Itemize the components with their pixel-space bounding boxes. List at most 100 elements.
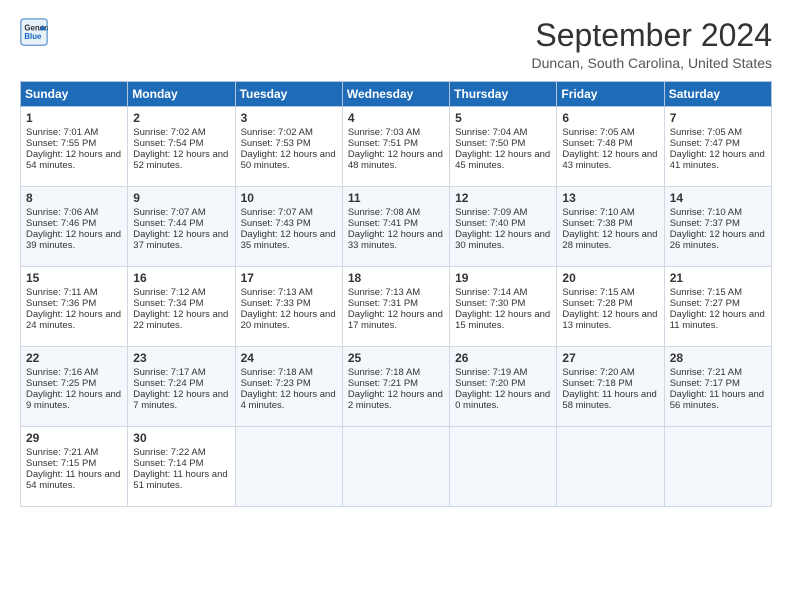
sunset: Sunset: 7:28 PM: [562, 298, 632, 309]
day-number: 5: [455, 111, 551, 125]
sunrise: Sunrise: 7:12 AM: [133, 287, 205, 298]
daylight: Daylight: 11 hours and 54 minutes.: [26, 469, 120, 491]
sunrise: Sunrise: 7:06 AM: [26, 207, 98, 218]
calendar-cell: 14Sunrise: 7:10 AMSunset: 7:37 PMDayligh…: [664, 187, 771, 267]
sunrise: Sunrise: 7:02 AM: [133, 127, 205, 138]
title-block: September 2024 Duncan, South Carolina, U…: [532, 18, 772, 71]
sunrise: Sunrise: 7:10 AM: [562, 207, 634, 218]
calendar-header-monday: Monday: [128, 82, 235, 107]
day-number: 2: [133, 111, 229, 125]
sunrise: Sunrise: 7:02 AM: [241, 127, 313, 138]
calendar-cell: 29Sunrise: 7:21 AMSunset: 7:15 PMDayligh…: [21, 427, 128, 507]
sunrise: Sunrise: 7:09 AM: [455, 207, 527, 218]
calendar-cell: 1Sunrise: 7:01 AMSunset: 7:55 PMDaylight…: [21, 107, 128, 187]
sunset: Sunset: 7:25 PM: [26, 378, 96, 389]
daylight: Daylight: 12 hours and 7 minutes.: [133, 389, 228, 411]
day-number: 14: [670, 191, 766, 205]
calendar-cell: 8Sunrise: 7:06 AMSunset: 7:46 PMDaylight…: [21, 187, 128, 267]
calendar-cell: [557, 427, 664, 507]
sunrise: Sunrise: 7:15 AM: [670, 287, 742, 298]
calendar-cell: 25Sunrise: 7:18 AMSunset: 7:21 PMDayligh…: [342, 347, 449, 427]
calendar-cell: 13Sunrise: 7:10 AMSunset: 7:38 PMDayligh…: [557, 187, 664, 267]
sunset: Sunset: 7:17 PM: [670, 378, 740, 389]
sunrise: Sunrise: 7:13 AM: [241, 287, 313, 298]
sunrise: Sunrise: 7:17 AM: [133, 367, 205, 378]
sunset: Sunset: 7:48 PM: [562, 138, 632, 149]
calendar-week-row: 22Sunrise: 7:16 AMSunset: 7:25 PMDayligh…: [21, 347, 772, 427]
day-number: 29: [26, 431, 122, 445]
calendar-cell: 4Sunrise: 7:03 AMSunset: 7:51 PMDaylight…: [342, 107, 449, 187]
sunrise: Sunrise: 7:03 AM: [348, 127, 420, 138]
daylight: Daylight: 12 hours and 9 minutes.: [26, 389, 121, 411]
calendar-cell: 2Sunrise: 7:02 AMSunset: 7:54 PMDaylight…: [128, 107, 235, 187]
day-number: 15: [26, 271, 122, 285]
calendar-week-row: 15Sunrise: 7:11 AMSunset: 7:36 PMDayligh…: [21, 267, 772, 347]
day-number: 18: [348, 271, 444, 285]
day-number: 26: [455, 351, 551, 365]
sunset: Sunset: 7:30 PM: [455, 298, 525, 309]
daylight: Daylight: 12 hours and 33 minutes.: [348, 229, 443, 251]
sunset: Sunset: 7:14 PM: [133, 458, 203, 469]
calendar-cell: 15Sunrise: 7:11 AMSunset: 7:36 PMDayligh…: [21, 267, 128, 347]
calendar-body: 1Sunrise: 7:01 AMSunset: 7:55 PMDaylight…: [21, 107, 772, 507]
daylight: Daylight: 12 hours and 15 minutes.: [455, 309, 550, 331]
day-number: 8: [26, 191, 122, 205]
calendar-week-row: 1Sunrise: 7:01 AMSunset: 7:55 PMDaylight…: [21, 107, 772, 187]
calendar-cell: 17Sunrise: 7:13 AMSunset: 7:33 PMDayligh…: [235, 267, 342, 347]
sunrise: Sunrise: 7:15 AM: [562, 287, 634, 298]
sunrise: Sunrise: 7:07 AM: [241, 207, 313, 218]
sunrise: Sunrise: 7:21 AM: [26, 447, 98, 458]
calendar-cell: 27Sunrise: 7:20 AMSunset: 7:18 PMDayligh…: [557, 347, 664, 427]
sunset: Sunset: 7:34 PM: [133, 298, 203, 309]
calendar-cell: 7Sunrise: 7:05 AMSunset: 7:47 PMDaylight…: [664, 107, 771, 187]
calendar-header-row: SundayMondayTuesdayWednesdayThursdayFrid…: [21, 82, 772, 107]
daylight: Daylight: 11 hours and 51 minutes.: [133, 469, 227, 491]
daylight: Daylight: 12 hours and 52 minutes.: [133, 149, 228, 171]
logo-icon: General Blue: [20, 18, 48, 46]
day-number: 20: [562, 271, 658, 285]
daylight: Daylight: 12 hours and 30 minutes.: [455, 229, 550, 251]
sunrise: Sunrise: 7:08 AM: [348, 207, 420, 218]
daylight: Daylight: 12 hours and 50 minutes.: [241, 149, 336, 171]
sunset: Sunset: 7:37 PM: [670, 218, 740, 229]
daylight: Daylight: 12 hours and 11 minutes.: [670, 309, 765, 331]
sunrise: Sunrise: 7:22 AM: [133, 447, 205, 458]
day-number: 17: [241, 271, 337, 285]
calendar-week-row: 8Sunrise: 7:06 AMSunset: 7:46 PMDaylight…: [21, 187, 772, 267]
sunset: Sunset: 7:20 PM: [455, 378, 525, 389]
calendar-header-thursday: Thursday: [450, 82, 557, 107]
sunset: Sunset: 7:47 PM: [670, 138, 740, 149]
sunrise: Sunrise: 7:18 AM: [348, 367, 420, 378]
calendar-cell: 6Sunrise: 7:05 AMSunset: 7:48 PMDaylight…: [557, 107, 664, 187]
day-number: 1: [26, 111, 122, 125]
daylight: Daylight: 12 hours and 45 minutes.: [455, 149, 550, 171]
calendar-table: SundayMondayTuesdayWednesdayThursdayFrid…: [20, 81, 772, 507]
daylight: Daylight: 12 hours and 37 minutes.: [133, 229, 228, 251]
daylight: Daylight: 12 hours and 28 minutes.: [562, 229, 657, 251]
calendar-header-tuesday: Tuesday: [235, 82, 342, 107]
sunrise: Sunrise: 7:20 AM: [562, 367, 634, 378]
sunset: Sunset: 7:23 PM: [241, 378, 311, 389]
day-number: 9: [133, 191, 229, 205]
sunrise: Sunrise: 7:19 AM: [455, 367, 527, 378]
day-number: 10: [241, 191, 337, 205]
day-number: 13: [562, 191, 658, 205]
day-number: 24: [241, 351, 337, 365]
sunset: Sunset: 7:51 PM: [348, 138, 418, 149]
day-number: 28: [670, 351, 766, 365]
sunset: Sunset: 7:55 PM: [26, 138, 96, 149]
sunrise: Sunrise: 7:05 AM: [562, 127, 634, 138]
daylight: Daylight: 12 hours and 13 minutes.: [562, 309, 657, 331]
calendar-cell: 26Sunrise: 7:19 AMSunset: 7:20 PMDayligh…: [450, 347, 557, 427]
sunrise: Sunrise: 7:21 AM: [670, 367, 742, 378]
daylight: Daylight: 12 hours and 2 minutes.: [348, 389, 443, 411]
daylight: Daylight: 12 hours and 48 minutes.: [348, 149, 443, 171]
calendar-cell: 12Sunrise: 7:09 AMSunset: 7:40 PMDayligh…: [450, 187, 557, 267]
calendar-cell: [450, 427, 557, 507]
calendar-cell: 22Sunrise: 7:16 AMSunset: 7:25 PMDayligh…: [21, 347, 128, 427]
day-number: 7: [670, 111, 766, 125]
daylight: Daylight: 12 hours and 17 minutes.: [348, 309, 443, 331]
calendar-header-sunday: Sunday: [21, 82, 128, 107]
sunset: Sunset: 7:53 PM: [241, 138, 311, 149]
daylight: Daylight: 12 hours and 4 minutes.: [241, 389, 336, 411]
